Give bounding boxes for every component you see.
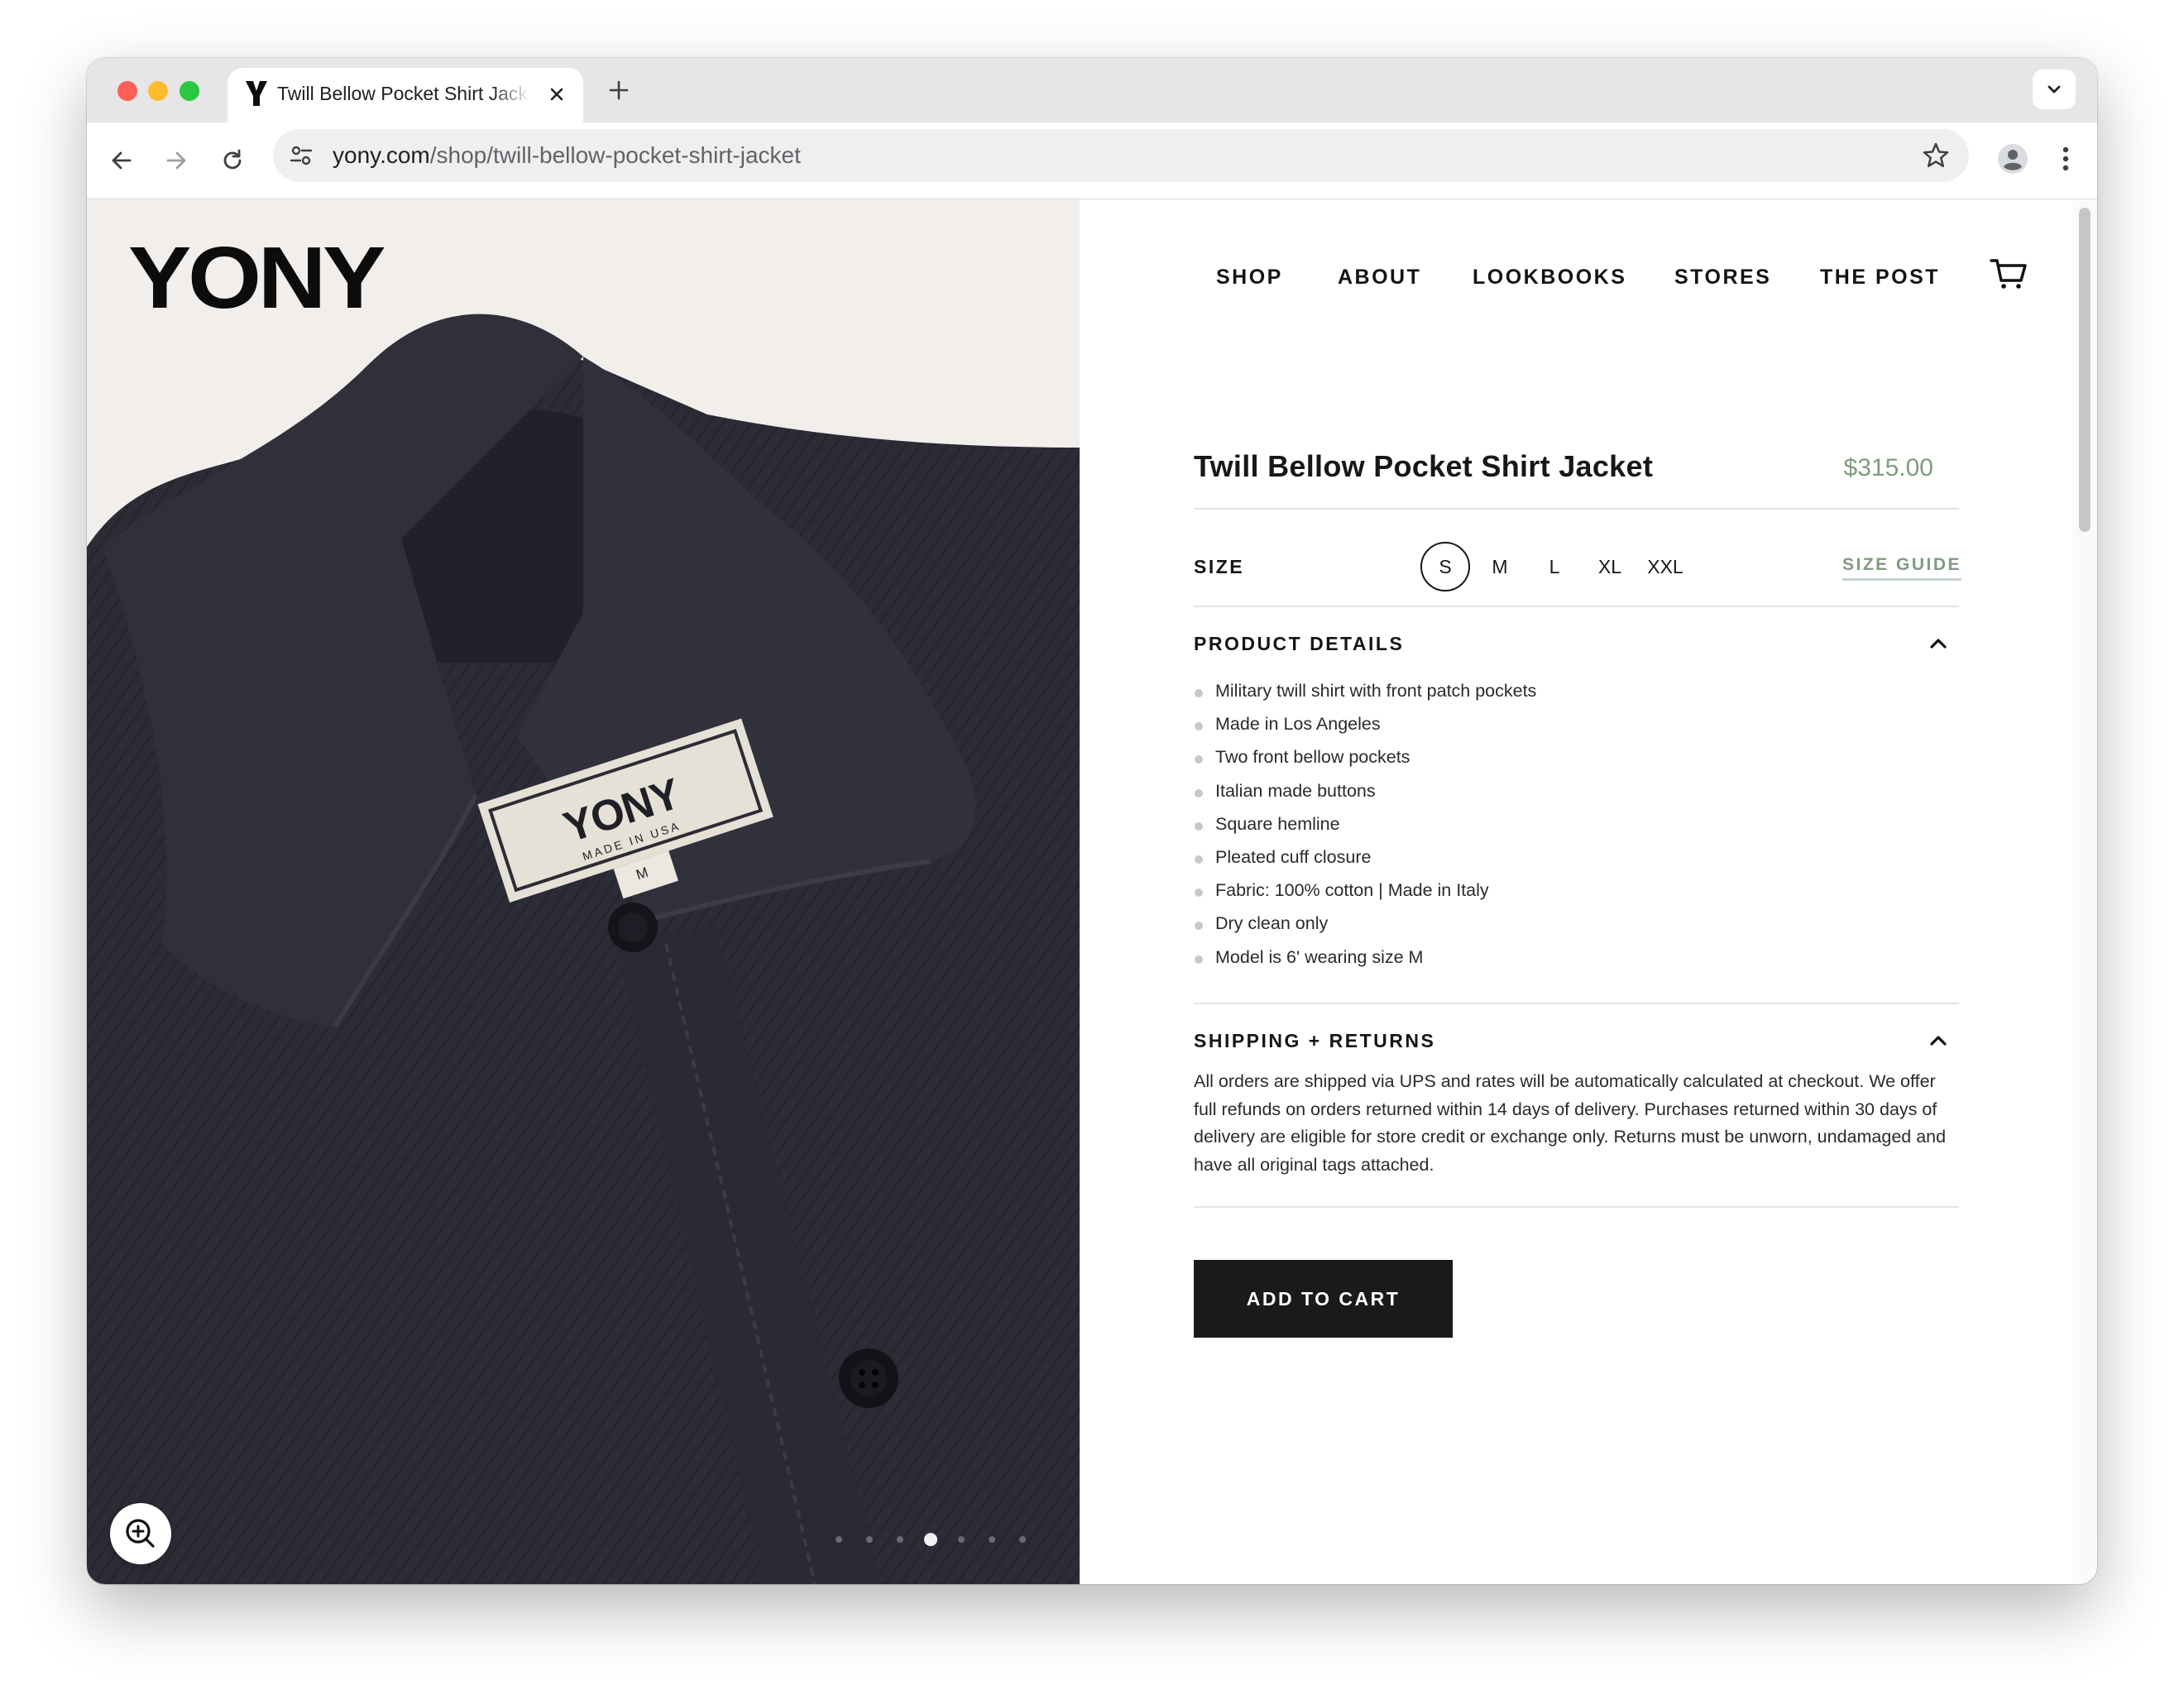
carousel-dot[interactable] [897, 1536, 903, 1543]
detail-item: Square hemline [1194, 814, 1938, 847]
close-window-button[interactable] [117, 81, 137, 101]
product-details-heading[interactable]: PRODUCT DETAILS [1194, 633, 1404, 655]
scrollbar[interactable] [2072, 199, 2097, 1584]
browser-toolbar: yony.com/shop/twill-bellow-pocket-shirt-… [87, 122, 2097, 199]
size-guide-link[interactable]: SIZE GUIDE [1842, 555, 1962, 581]
zoom-in-icon [126, 1519, 155, 1548]
detail-item: Made in Los Angeles [1194, 714, 1938, 747]
shipping-returns-text: All orders are shipped via UPS and rates… [1194, 1071, 1947, 1175]
carousel-dot[interactable] [866, 1536, 873, 1543]
tab-strip: Twill Bellow Pocket Shirt Jacket [87, 58, 2097, 122]
nav-lookbooks[interactable]: LOOKBOOKS [1473, 266, 1626, 290]
divider [1194, 1003, 1959, 1004]
browser-tab[interactable]: Twill Bellow Pocket Shirt Jacket [228, 68, 583, 122]
chevron-down-icon [2048, 85, 2061, 93]
detail-item: Military twill shirt with front patch po… [1194, 681, 1938, 714]
detail-item: Italian made buttons [1194, 781, 1938, 814]
detail-item: Dry clean only [1194, 913, 1938, 946]
product-panel: SHOP ABOUT LOOKBOOKS STORES THE POST Twi… [1080, 199, 2072, 1584]
detail-item: Pleated cuff closure [1194, 847, 1938, 880]
back-arrow-icon[interactable] [107, 146, 136, 175]
scrollbar-thumb[interactable] [2079, 208, 2091, 532]
close-tab-icon[interactable] [548, 85, 566, 103]
carousel-dot-active[interactable] [924, 1533, 937, 1546]
new-tab-icon[interactable] [606, 78, 631, 103]
detail-item: Two front bellow pockets [1194, 747, 1938, 780]
browser-menu-icon[interactable] [2048, 141, 2084, 177]
product-image[interactable]: YONY MADE IN USA M YONY [87, 199, 1080, 1584]
bookmark-star-icon[interactable] [1921, 141, 1951, 170]
carousel-dot[interactable] [989, 1536, 995, 1543]
zoom-button[interactable] [110, 1503, 171, 1564]
profile-icon[interactable] [1995, 141, 2031, 177]
carousel-dot[interactable] [836, 1536, 842, 1543]
add-to-cart-button[interactable]: ADD TO CART [1194, 1260, 1453, 1338]
nav-the-post[interactable]: THE POST [1820, 266, 1940, 290]
page-viewport: YONY MADE IN USA M YONY SHOP ABOUT LOOKB… [87, 199, 2097, 1584]
nav-shop[interactable]: SHOP [1216, 266, 1283, 290]
product-price: $315.00 [1843, 454, 1933, 481]
address-bar[interactable]: yony.com/shop/twill-bellow-pocket-shirt-… [273, 129, 1969, 182]
size-option-l[interactable]: L [1530, 542, 1579, 591]
divider [1194, 606, 1959, 607]
size-option-s[interactable]: S [1420, 542, 1470, 591]
carousel-dots [836, 1533, 1034, 1546]
nav-stores[interactable]: STORES [1674, 266, 1771, 290]
forward-arrow-icon[interactable] [161, 146, 191, 175]
tab-search-button[interactable] [2033, 69, 2076, 109]
minimize-window-button[interactable] [148, 81, 168, 101]
site-settings-icon[interactable] [288, 142, 314, 169]
browser-window: Twill Bellow Pocket Shirt Jacket yony.co… [87, 58, 2097, 1584]
site-logo[interactable]: YONY [128, 234, 386, 322]
size-option-xl[interactable]: XL [1585, 542, 1635, 591]
url-text[interactable]: yony.com/shop/twill-bellow-pocket-shirt-… [333, 142, 801, 169]
carousel-dot[interactable] [1019, 1536, 1026, 1543]
nav-about[interactable]: ABOUT [1338, 266, 1421, 290]
size-option-m[interactable]: M [1475, 542, 1525, 591]
carousel-dot[interactable] [958, 1536, 965, 1543]
url-host: yony.com [333, 142, 430, 168]
detail-item: Fabric: 100% cotton | Made in Italy [1194, 880, 1938, 913]
cart-icon[interactable] [1990, 257, 2028, 290]
size-option-xxl[interactable]: XXL [1640, 542, 1690, 591]
size-label: SIZE [1194, 556, 1245, 577]
product-details-list: Military twill shirt with front patch po… [1194, 681, 1938, 980]
url-path: /shop/twill-bellow-pocket-shirt-jacket [429, 142, 801, 168]
yony-favicon-icon [246, 81, 267, 106]
detail-item: Model is 6' wearing size M [1194, 947, 1938, 980]
maximize-window-button[interactable] [180, 81, 199, 101]
product-title: Twill Bellow Pocket Shirt Jacket [1194, 449, 1654, 483]
divider [1194, 508, 1959, 510]
tab-title: Twill Bellow Pocket Shirt Jacket [277, 83, 529, 104]
divider [1194, 1206, 1959, 1208]
shipping-returns-heading[interactable]: SHIPPING + RETURNS [1194, 1030, 1435, 1052]
chevron-up-icon[interactable] [1928, 633, 1949, 654]
chevron-up-icon[interactable] [1928, 1030, 1949, 1051]
reload-icon[interactable] [218, 146, 247, 175]
